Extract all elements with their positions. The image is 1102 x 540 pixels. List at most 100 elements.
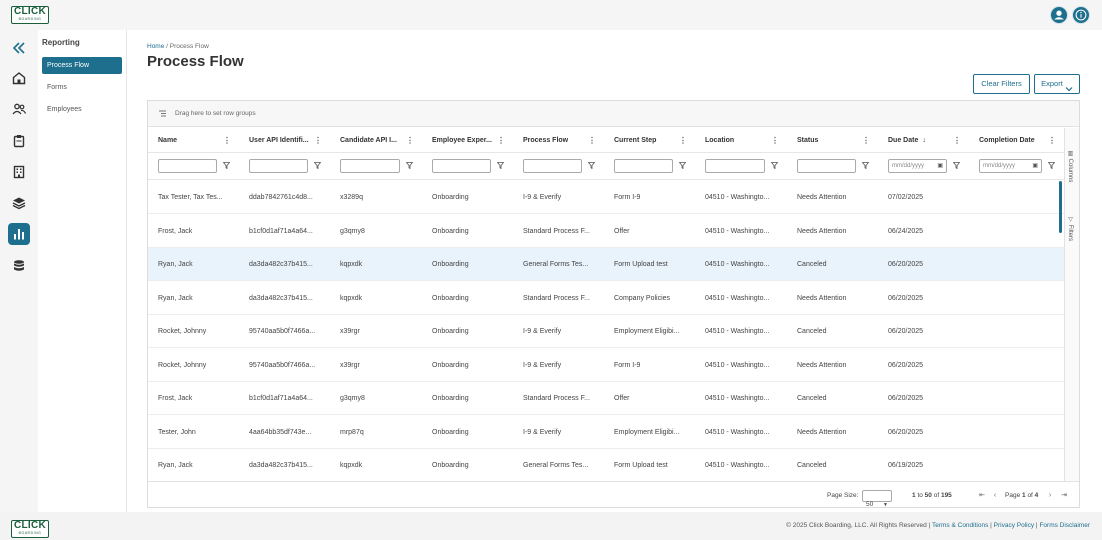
table-row[interactable]: Rocket, Johnny 95740aa5b0f7466a... x39rgr O… <box>148 315 1064 348</box>
column-menu-icon[interactable]: ⋮ <box>406 128 414 153</box>
terms-link[interactable]: Terms & Conditions <box>932 522 988 529</box>
previous-page-icon[interactable]: ‹ <box>991 492 999 500</box>
table-row[interactable]: Ryan, Jack da3da482c37b415... kqpxdk Onboar… <box>148 281 1064 315</box>
table-row[interactable]: Tester, John 4aa64bb35df743e... mrp87q Onbo… <box>148 415 1064 449</box>
table-row[interactable]: Ryan, Jack da3da482c37b415... kqpxdk Onboar… <box>148 449 1064 482</box>
column-header-location[interactable]: Location ⋮ <box>695 128 787 153</box>
cell-status: Canceled <box>797 328 827 335</box>
calendar-icon[interactable]: ▣ <box>1032 160 1038 172</box>
table-row[interactable]: Rocket, Johnny 95740aa5b0f7466a... x39rgr O… <box>148 348 1064 382</box>
column-menu-icon[interactable]: ⋮ <box>1048 128 1056 153</box>
chart-icon[interactable] <box>8 223 30 245</box>
column-header-due-date[interactable]: Due Date ↓ ⋮ <box>878 128 969 153</box>
cell-location: 04510 - Washingto... <box>705 227 770 235</box>
filter-input[interactable] <box>797 159 856 173</box>
column-menu-icon[interactable]: ⋮ <box>862 128 870 153</box>
column-menu-icon[interactable]: ⋮ <box>679 128 687 153</box>
filter-input[interactable]: mm/dd/yyyy ▣ <box>888 159 947 173</box>
vertical-scrollbar[interactable] <box>1059 181 1062 233</box>
building-icon[interactable] <box>8 161 30 183</box>
database-icon[interactable] <box>8 255 30 277</box>
info-icon[interactable] <box>1072 6 1090 24</box>
clear-filters-button[interactable]: Clear Filters <box>973 74 1030 94</box>
filter-input[interactable] <box>523 159 582 173</box>
cell-employee-experience: Onboarding <box>432 294 469 302</box>
subnav-item-employees[interactable]: Employees <box>42 101 122 118</box>
table-row[interactable]: Ryan, Jack da3da482c37b415... kqpxdk Onboar… <box>148 248 1064 281</box>
column-menu-icon[interactable]: ⋮ <box>223 128 231 153</box>
filter-input[interactable]: mm/dd/yyyy ▣ <box>979 159 1042 173</box>
filter-funnel-icon[interactable] <box>314 162 321 169</box>
privacy-link[interactable]: Privacy Policy <box>994 522 1034 529</box>
forms-disclaimer-link[interactable]: Forms Disclaimer <box>1039 522 1090 529</box>
column-header-current-step[interactable]: Current Step ⋮ <box>604 128 695 153</box>
filter-funnel-icon[interactable] <box>679 162 686 169</box>
chevron-down-icon <box>1065 81 1073 92</box>
cell-name: Ryan, Jack <box>158 462 193 469</box>
cell-completion-date <box>969 215 1064 248</box>
row-total: 195 <box>940 492 952 499</box>
cell-status: Canceled <box>797 462 827 469</box>
next-page-icon[interactable]: › <box>1046 492 1054 500</box>
column-header-completion-date[interactable]: Completion Date ⋮ <box>969 128 1064 153</box>
clipboard-icon[interactable] <box>8 130 30 152</box>
column-header-candidate-api-id[interactable]: Candidate API I... ⋮ <box>330 128 422 153</box>
filter-input[interactable] <box>614 159 673 173</box>
column-header-status[interactable]: Status ⋮ <box>787 128 878 153</box>
table-row[interactable]: Frost, Jack b1cf0d1af71a4a64... g3qmy8 Onbo… <box>148 382 1064 415</box>
caret-down-icon: ▼ <box>883 502 888 508</box>
filter-user-api-id <box>249 159 326 173</box>
subnav-item-process-flow[interactable]: Process Flow <box>42 57 122 74</box>
column-menu-icon[interactable]: ⋮ <box>771 128 779 153</box>
column-menu-icon[interactable]: ⋮ <box>588 128 596 153</box>
row-group-bar[interactable]: Drag here to set row groups <box>148 101 1079 127</box>
people-icon[interactable] <box>8 98 30 120</box>
subnav-item-forms[interactable]: Forms <box>42 79 122 96</box>
filter-input[interactable] <box>158 159 217 173</box>
last-page-icon[interactable]: ⇥ <box>1060 492 1068 500</box>
filter-funnel-icon[interactable] <box>588 162 595 169</box>
column-header-label: Current Step <box>614 137 657 144</box>
filter-funnel-icon[interactable] <box>497 162 504 169</box>
filter-funnel-icon[interactable] <box>771 162 778 169</box>
click-boarding-logo[interactable]: CLICK BOARDING <box>11 6 49 24</box>
filter-funnel-icon[interactable] <box>953 162 960 169</box>
cell-user-api-id: da3da482c37b415... <box>249 294 313 302</box>
page-size-select[interactable]: 50 ▼ <box>862 490 892 507</box>
column-header-name[interactable]: Name ⋮ <box>148 128 239 153</box>
page-size-value: 50 <box>866 501 874 508</box>
filter-funnel-icon[interactable] <box>1048 162 1055 169</box>
left-rail <box>0 30 38 512</box>
column-header-user-api-id[interactable]: User API Identifi... ⋮ <box>239 128 330 153</box>
user-icon[interactable] <box>1050 6 1068 24</box>
footer-text: © 2025 Click Boarding, LLC. All Rights R… <box>786 522 1090 529</box>
row-group-icon <box>159 110 166 117</box>
filter-completion-date: mm/dd/yyyy ▣ <box>979 159 1060 173</box>
filter-input[interactable] <box>432 159 491 173</box>
column-menu-icon[interactable]: ⋮ <box>497 128 505 153</box>
column-menu-icon[interactable]: ⋮ <box>953 128 961 153</box>
cell-location: 04510 - Washingto... <box>705 328 770 335</box>
home-icon[interactable] <box>8 67 30 89</box>
filter-funnel-icon[interactable] <box>223 162 230 169</box>
table-row[interactable]: Tax Tester, Tax Tes... ddab7842761c4d8...… <box>148 181 1064 214</box>
column-header-employee-experience[interactable]: Employee Exper... ⋮ <box>422 128 513 153</box>
table-row[interactable]: Frost, Jack b1cf0d1af71a4a64... g3qmy8 Onbo… <box>148 214 1064 248</box>
column-header-process-flow[interactable]: Process Flow ⋮ <box>513 128 604 153</box>
process-flow-grid: Drag here to set row groups Name ⋮ User AP… <box>147 100 1080 508</box>
calendar-icon[interactable]: ▣ <box>937 160 943 172</box>
cell-candidate-api-id: kqpxdk <box>340 261 363 268</box>
filter-input[interactable] <box>705 159 765 173</box>
column-menu-icon[interactable]: ⋮ <box>314 128 322 153</box>
breadcrumb-home[interactable]: Home <box>147 43 164 50</box>
filter-funnel-icon[interactable] <box>406 162 413 169</box>
layers-icon[interactable] <box>8 192 30 214</box>
columns-tool-tab[interactable]: ▥ Columns <box>1067 150 1074 182</box>
collapse-icon[interactable] <box>8 37 30 59</box>
export-button[interactable]: Export <box>1034 74 1080 94</box>
filters-tool-tab[interactable]: ▽ Filters <box>1067 216 1074 241</box>
filter-input[interactable] <box>249 159 308 173</box>
first-page-icon[interactable]: ⇤ <box>978 492 986 500</box>
filter-funnel-icon[interactable] <box>862 162 869 169</box>
filter-input[interactable] <box>340 159 400 173</box>
